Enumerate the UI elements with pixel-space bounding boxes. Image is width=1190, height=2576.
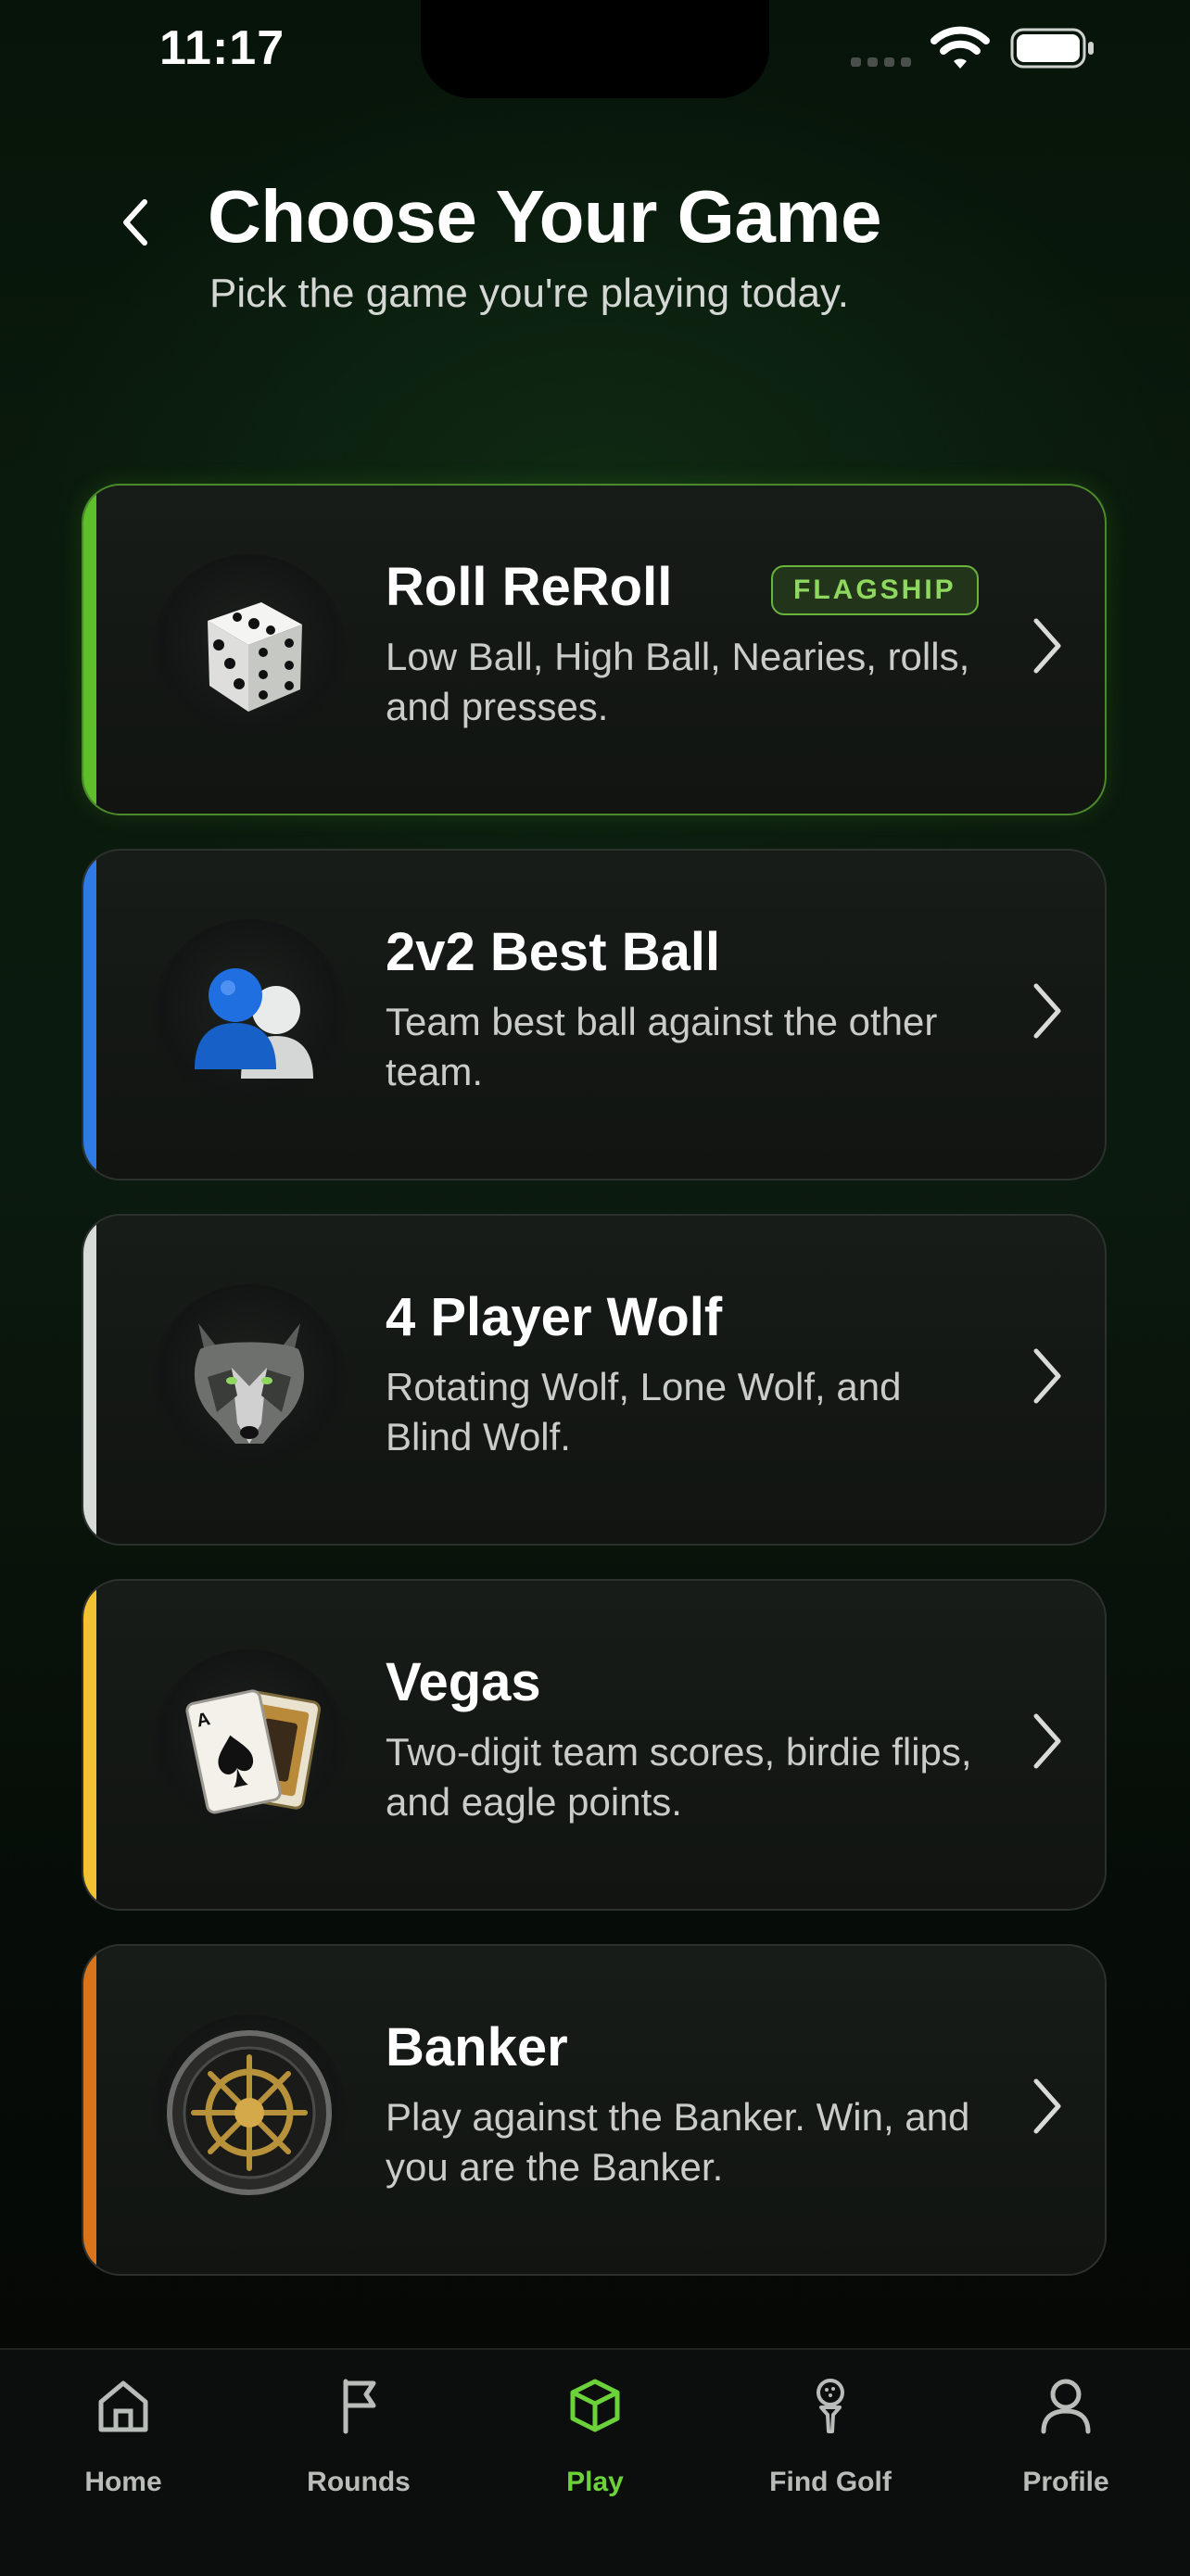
chevron-right-icon — [1033, 618, 1061, 674]
status-bar: 11:17 — [0, 0, 1190, 102]
golf-tee-icon — [817, 2379, 844, 2433]
game-title: Banker — [386, 2017, 568, 2077]
chevron-right-icon — [1033, 983, 1061, 1039]
game-description: Two-digit team scores, birdie flips, and… — [386, 1730, 972, 1824]
tab-label: Play — [566, 2467, 624, 2497]
chevron-right-icon — [1033, 2078, 1061, 2134]
chevron-right-icon — [1033, 1713, 1061, 1769]
status-time: 11:17 — [159, 21, 285, 75]
page-subtitle: Pick the game you're playing today. — [209, 271, 849, 316]
game-description: Team best ball against the other team. — [386, 1000, 938, 1093]
game-card-vegas[interactable]: A Vegas Two-digit team scores, birdie fl… — [82, 1579, 1107, 1911]
home-icon — [98, 2380, 148, 2432]
tab-play[interactable]: Play — [476, 2350, 714, 2535]
flag-icon — [343, 2379, 376, 2434]
battery-icon — [1010, 28, 1094, 69]
wifi-icon — [930, 26, 990, 69]
game-title: 4 Player Wolf — [386, 1287, 723, 1347]
tab-home[interactable]: Home — [5, 2350, 242, 2535]
tab-label: Find Golf — [769, 2467, 892, 2497]
card-accent-bar — [83, 1581, 96, 1909]
card-accent-bar — [83, 851, 96, 1179]
game-title: Vegas — [386, 1652, 541, 1712]
game-card-banker[interactable]: Banker Play against the Banker. Win, and… — [82, 1944, 1107, 2276]
dice-icon — [152, 554, 347, 749]
tab-label: Rounds — [307, 2467, 411, 2497]
tab-profile[interactable]: Profile — [947, 2350, 1184, 2535]
game-description: Low Ball, High Ball, Nearies, rolls, and… — [386, 635, 970, 728]
vault-wheel-icon — [152, 2014, 347, 2209]
cellular-signal-icon — [851, 57, 911, 67]
tab-label: Home — [84, 2467, 162, 2497]
chevron-right-icon — [1033, 1348, 1061, 1404]
back-chevron-icon[interactable] — [109, 195, 165, 250]
game-description: Play against the Banker. Win, and you ar… — [386, 2095, 970, 2189]
tab-find-golf[interactable]: Find Golf — [712, 2350, 949, 2535]
tab-rounds[interactable]: Rounds — [240, 2350, 477, 2535]
game-description: Rotating Wolf, Lone Wolf, and Blind Wolf… — [386, 1365, 902, 1458]
game-title: Roll ReRoll — [386, 557, 673, 617]
game-card-best-ball[interactable]: 2v2 Best Ball Team best ball against the… — [82, 849, 1107, 1181]
tab-bar: Home Rounds Play Find Golf Profile — [0, 2348, 1190, 2576]
tab-label: Profile — [1022, 2467, 1109, 2497]
card-accent-bar — [83, 1946, 96, 2274]
card-accent-bar — [83, 1216, 96, 1544]
card-accent-bar — [83, 486, 96, 814]
page-title: Choose Your Game — [208, 175, 882, 258]
playing-cards-icon: A — [152, 1649, 347, 1844]
game-card-wolf[interactable]: 4 Player Wolf Rotating Wolf, Lone Wolf, … — [82, 1214, 1107, 1546]
wolf-icon — [152, 1284, 347, 1479]
game-title: 2v2 Best Ball — [386, 922, 721, 982]
flagship-badge: FLAGSHIP — [771, 565, 979, 615]
game-card-roll-reroll[interactable]: Roll ReRoll FLAGSHIP Low Ball, High Ball… — [82, 484, 1107, 815]
two-players-icon — [152, 919, 347, 1114]
person-icon — [1041, 2379, 1091, 2434]
dynamic-island — [421, 0, 769, 98]
cube-icon — [570, 2379, 620, 2432]
